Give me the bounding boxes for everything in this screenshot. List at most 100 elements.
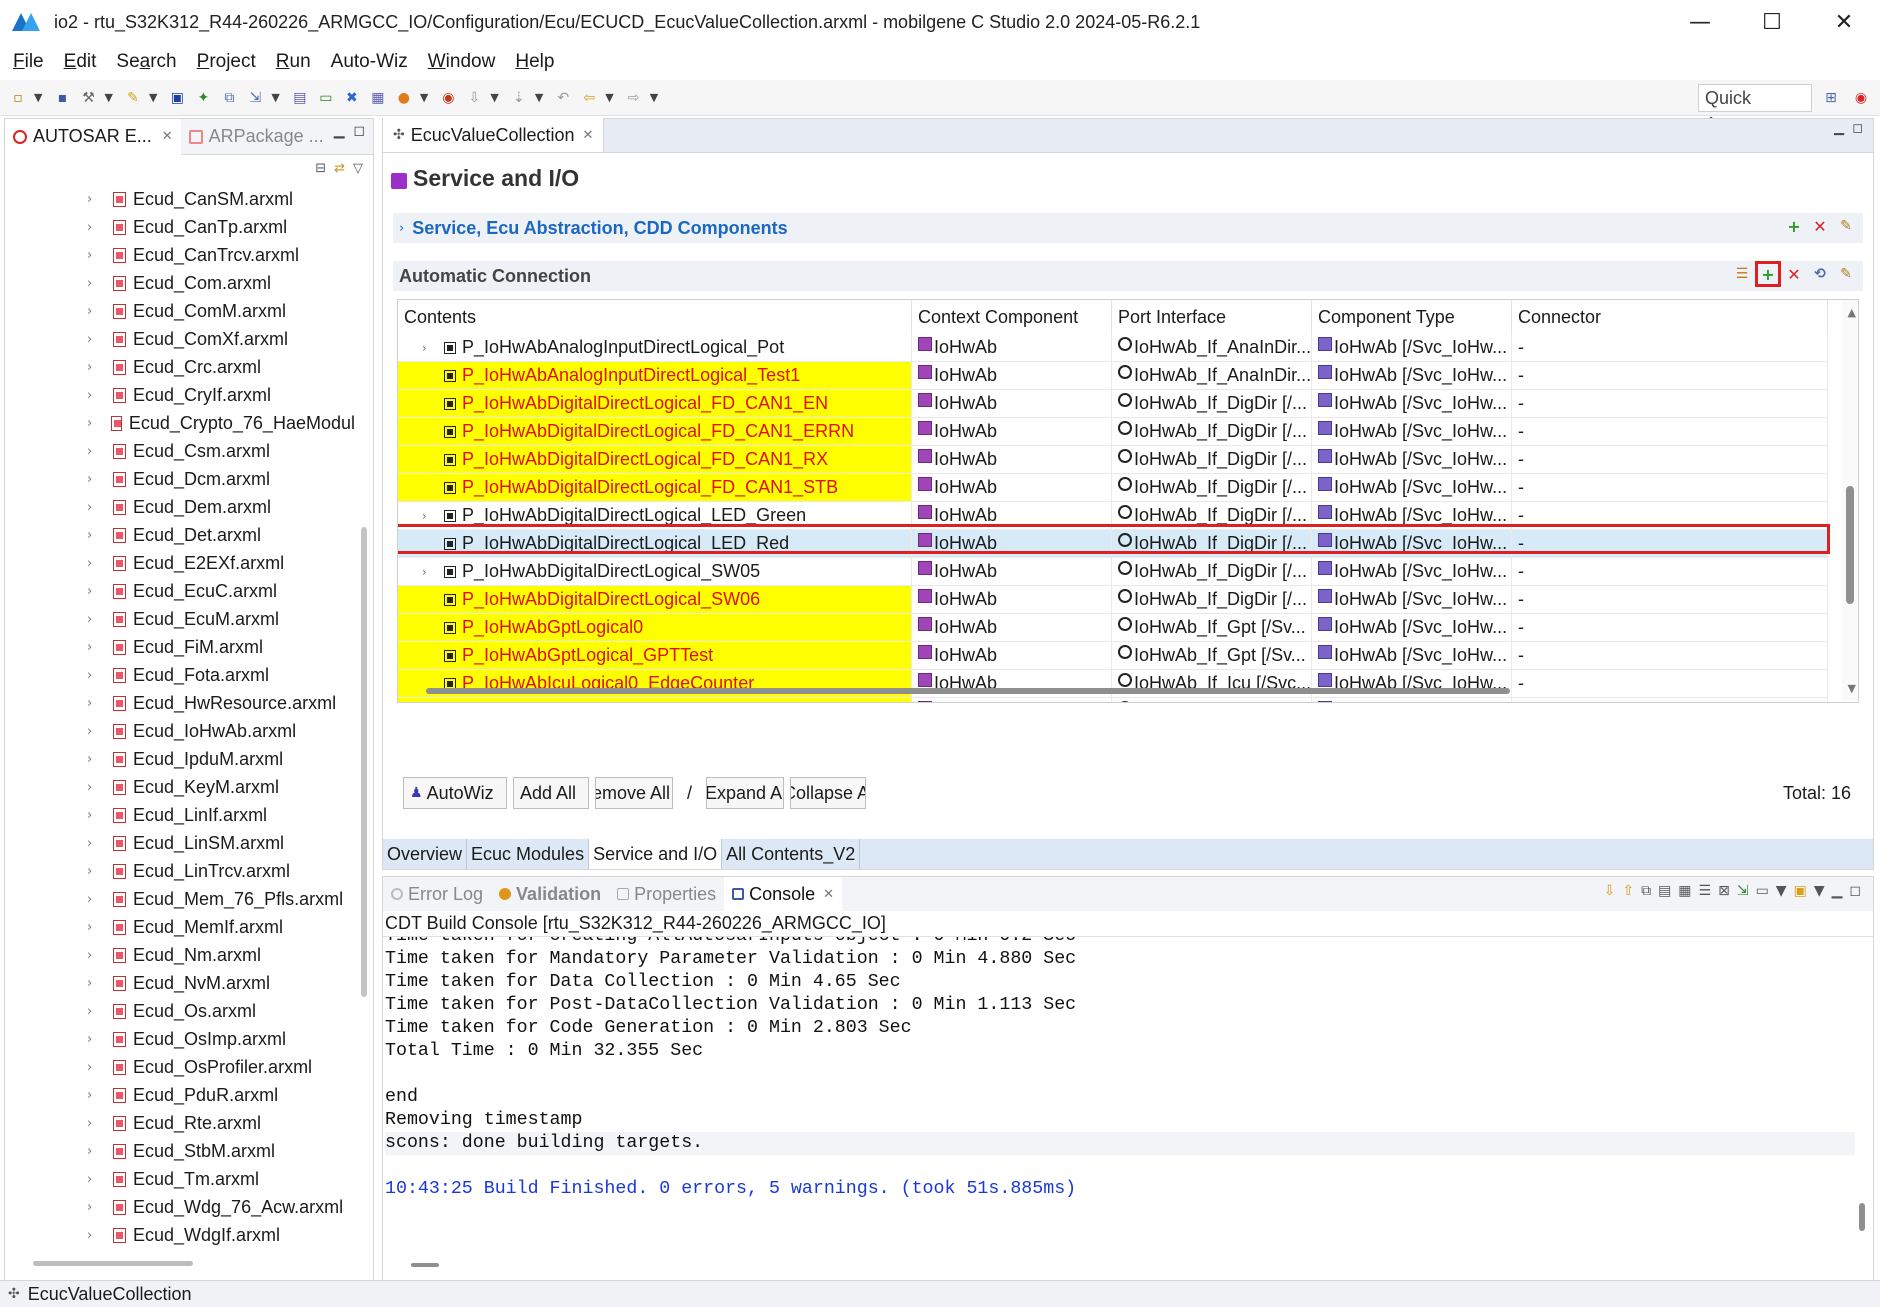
chevron-right-icon[interactable]: ›	[422, 565, 436, 579]
tree-item[interactable]: › Ecud_PduR.arxml	[5, 1081, 355, 1109]
back-icon[interactable]: ⇦	[579, 88, 599, 108]
close-icon[interactable]: ✕	[583, 128, 594, 143]
column-contents[interactable]: Contents	[398, 300, 912, 334]
chevron-right-icon[interactable]: ›	[87, 276, 101, 291]
wand-icon[interactable]: ✎	[123, 88, 143, 108]
word-wrap-icon[interactable]: ☰	[1699, 883, 1712, 899]
chevron-right-icon[interactable]: ›	[87, 836, 101, 851]
back-dropdown-icon[interactable]: ▼	[605, 91, 613, 104]
chevron-right-icon[interactable]: ›	[87, 696, 101, 711]
chevron-right-icon[interactable]: ›	[399, 221, 404, 236]
chevron-right-icon[interactable]: ›	[87, 1144, 101, 1159]
tree-item[interactable]: › Ecud_WdgIf.arxml	[5, 1221, 355, 1249]
tab-arpackage[interactable]: ARPackage ...	[181, 119, 332, 155]
chevron-right-icon[interactable]: ›	[87, 332, 101, 347]
tree-item[interactable]: › Ecud_Det.arxml	[5, 521, 355, 549]
tree-item[interactable]: › Ecud_Csm.arxml	[5, 437, 355, 465]
tab-console[interactable]: Console ✕	[724, 877, 843, 911]
section-service-components[interactable]: › Service, Ecu Abstraction, CDD Componen…	[393, 213, 1863, 243]
clear-console-icon[interactable]: ▤	[1658, 883, 1671, 899]
table-row[interactable]: › P_IoHwAbDigitalDirectLogical_SW05 IoHwAb…	[398, 558, 1828, 586]
copy-icon[interactable]: ▦	[1678, 883, 1691, 899]
table-icon[interactable]: ▦	[368, 88, 388, 108]
chevron-right-icon[interactable]: ›	[87, 640, 101, 655]
forward-icon[interactable]: ⇨	[624, 88, 644, 108]
column-context-component[interactable]: Context Component	[912, 300, 1112, 334]
table-row[interactable]: P_IoHwAbGptLogical_GPTTest IoHwAb IoHwAb_I…	[398, 642, 1828, 670]
tree-item[interactable]: › Ecud_StbM.arxml	[5, 1137, 355, 1165]
chevron-right-icon[interactable]: ›	[87, 808, 101, 823]
tree-item[interactable]: › Ecud_Nm.arxml	[5, 941, 355, 969]
chevron-right-icon[interactable]: ›	[87, 976, 101, 991]
chevron-right-icon[interactable]: ›	[87, 612, 101, 627]
scroll-up-icon[interactable]: ▲	[1848, 306, 1856, 319]
build-icon[interactable]: ⚒	[78, 88, 98, 108]
previous-icon[interactable]: ⇧	[1622, 883, 1634, 899]
tab-ecuc-modules[interactable]: Ecuc Modules	[467, 839, 590, 869]
menu-run[interactable]: Run	[269, 51, 318, 73]
tree-vertical-scrollbar[interactable]	[361, 527, 367, 997]
save-icon[interactable]: ▪	[52, 88, 72, 108]
tab-ecuc-value-collection[interactable]: ✣ EcucValueCollection ✕	[383, 118, 605, 152]
pin-icon[interactable]: ⊠	[1718, 883, 1730, 899]
column-connector[interactable]: Connector	[1512, 300, 1828, 334]
add-icon[interactable]: +	[1785, 217, 1803, 236]
tab-autosar-explorer[interactable]: AUTOSAR E... ✕	[5, 118, 181, 155]
chevron-right-icon[interactable]: ›	[87, 304, 101, 319]
tab-validation[interactable]: Validation	[491, 877, 609, 911]
menu-window[interactable]: Window	[421, 51, 503, 73]
close-icon[interactable]: ✕	[823, 887, 834, 902]
chevron-right-icon[interactable]: ›	[87, 584, 101, 599]
tree-item[interactable]: › Ecud_CanTp.arxml	[5, 213, 355, 241]
menu-file[interactable]: File	[6, 51, 51, 73]
chevron-right-icon[interactable]: ›	[87, 388, 101, 403]
tree-item[interactable]: › Ecud_FiM.arxml	[5, 633, 355, 661]
tree-item[interactable]: › Ecud_NvM.arxml	[5, 969, 355, 997]
chevron-right-icon[interactable]: ›	[87, 1004, 101, 1019]
display-console-icon[interactable]: ▭	[1756, 883, 1769, 899]
tree-item[interactable]: › Ecud_OsImp.arxml	[5, 1025, 355, 1053]
tree-item[interactable]: ›Ecud_WdgM.arxml	[5, 1249, 355, 1256]
column-port-interface[interactable]: Port Interface	[1112, 300, 1312, 334]
menu-search[interactable]: Search	[109, 51, 183, 73]
tree-item[interactable]: › Ecud_LinIf.arxml	[5, 801, 355, 829]
chevron-right-icon[interactable]: ›	[87, 724, 101, 739]
sparkle-icon[interactable]: ✦	[193, 88, 213, 108]
menu-edit[interactable]: Edit	[57, 51, 104, 73]
wand-dropdown-icon[interactable]: ▼	[149, 91, 157, 104]
quick-access-input[interactable]: Quick Access	[1698, 84, 1812, 134]
tree-item[interactable]: › Ecud_EcuC.arxml	[5, 577, 355, 605]
chevron-right-icon[interactable]: ›	[87, 500, 101, 515]
table-row[interactable]: › P_IoHwAbDigitalDirectLogical_LED_Green I…	[398, 502, 1828, 530]
collapse-all-button[interactable]: Collapse All	[790, 777, 867, 809]
table-row[interactable]: P_IoHwAbDigitalDirectLogical_FD_CAN1_STB…	[398, 474, 1828, 502]
tree-item[interactable]: › Ecud_CryIf.arxml	[5, 381, 355, 409]
tree-item[interactable]: › Ecud_CanSM.arxml	[5, 185, 355, 213]
download-dropdown-icon[interactable]: ▼	[490, 91, 498, 104]
chevron-right-icon[interactable]: ›	[87, 1200, 101, 1215]
refresh-icon[interactable]: ⟲	[1811, 265, 1829, 283]
menu-project[interactable]: Project	[190, 51, 263, 73]
add-connection-button[interactable]: +	[1755, 261, 1781, 287]
export-icon[interactable]: ⇲	[245, 88, 265, 108]
chevron-right-icon[interactable]: ›	[87, 780, 101, 795]
table-row[interactable]: P_IoHwAbAnalogInputDirectLogical_Test1 Io…	[398, 362, 1828, 390]
tab-overview[interactable]: Overview	[383, 839, 468, 869]
collapse-all-icon[interactable]: ⊟	[315, 161, 326, 176]
expand-all-button[interactable]: Expand All	[706, 777, 785, 809]
chevron-right-icon[interactable]: ›	[87, 1116, 101, 1131]
remove-all-button[interactable]: Remove All	[595, 777, 673, 809]
menu-auto-wiz[interactable]: Auto-Wiz	[324, 51, 415, 73]
left-panel-minmax[interactable]: ▁ ◻	[334, 123, 365, 139]
tree-item[interactable]: › Ecud_LinSM.arxml	[5, 829, 355, 857]
open-perspective-icon[interactable]: ⊞	[1820, 87, 1842, 109]
tree-item[interactable]: › Ecud_Crypto_76_HaeModul	[5, 409, 355, 437]
tree-item[interactable]: › Ecud_ComM.arxml	[5, 297, 355, 325]
editor-minmax[interactable]: ▁ ◻	[1834, 121, 1863, 136]
chevron-right-icon[interactable]: ›	[422, 509, 436, 523]
tree-item[interactable]: › Ecud_Os.arxml	[5, 997, 355, 1025]
tab-service-and-io[interactable]: Service and I/O	[589, 839, 723, 869]
chevron-right-icon[interactable]: ›	[87, 752, 101, 767]
terminal-icon[interactable]: ▣	[167, 88, 187, 108]
table-row[interactable]: P_IoHwAbDigitalDirectLogical_SW06 IoHwAb I…	[398, 586, 1828, 614]
